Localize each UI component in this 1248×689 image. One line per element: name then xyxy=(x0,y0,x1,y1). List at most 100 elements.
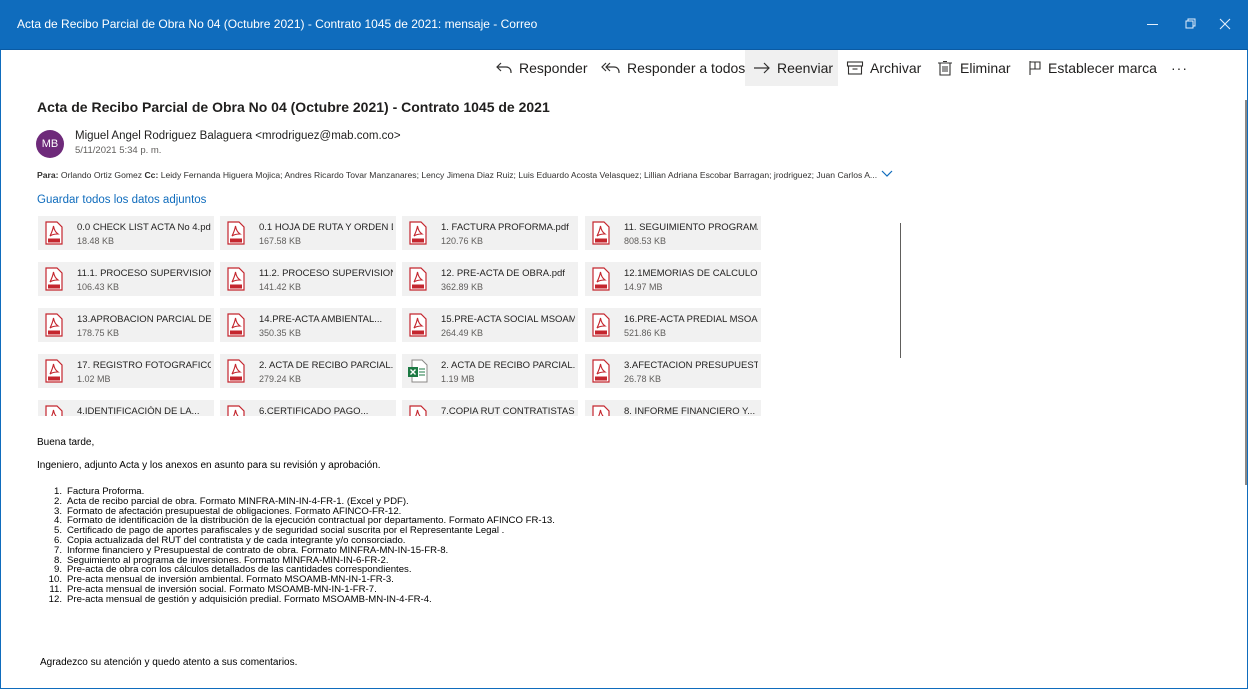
to-label: Para: xyxy=(37,170,59,180)
title-bar: Acta de Recibo Parcial de Obra No 04 (Oc… xyxy=(0,0,1248,50)
list-item-number: 4. xyxy=(53,515,62,527)
list-item-number: 3. xyxy=(53,505,62,517)
attachment-size: 264.49 KB xyxy=(441,328,484,338)
pdf-file-icon xyxy=(590,359,612,383)
attachment-card[interactable]: 15.PRE-ACTA SOCIAL MSOAMB... 264.49 KB xyxy=(402,308,578,342)
pdf-file-icon xyxy=(225,267,247,291)
chevron-down-icon[interactable] xyxy=(880,168,894,180)
pdf-file-icon xyxy=(43,221,65,245)
pdf-file-icon xyxy=(43,267,65,291)
pdf-file-icon xyxy=(590,405,612,416)
attachment-size: 14.97 MB xyxy=(624,282,663,292)
attachment-card[interactable]: 11.2. PROCESO SUPERVISION... 141.42 KB xyxy=(220,262,396,296)
attachment-name: 11. SEGUIMIENTO PROGRAMA... xyxy=(624,222,758,233)
trash-icon xyxy=(938,60,952,76)
attachment-card[interactable]: 12.1MEMORIAS DE CALCULO.pdf 14.97 MB xyxy=(585,262,761,296)
delete-button[interactable]: Eliminar xyxy=(936,50,1011,86)
attachment-card[interactable]: 12. PRE-ACTA DE OBRA.pdf 362.89 KB xyxy=(402,262,578,296)
attachment-name: 17. REGISTRO FOTOGRAFICO... xyxy=(77,360,211,371)
intro-text: Ingeniero, adjunto Acta y los anexos en … xyxy=(37,460,381,471)
list-item-number: 5. xyxy=(53,525,62,537)
attachment-size: 120.76 KB xyxy=(441,236,484,246)
attachment-name: 7.COPIA RUT CONTRATISTAS E... xyxy=(441,406,575,416)
flag-button[interactable]: Establecer marca xyxy=(1028,50,1157,86)
attachment-name: 12. PRE-ACTA DE OBRA.pdf xyxy=(441,268,565,279)
attachment-size: 350.35 KB xyxy=(259,328,302,338)
attachment-name: 6.CERTIFICADO PAGO... xyxy=(259,406,369,416)
forward-arrow-icon xyxy=(754,62,770,74)
list-item-number: 6. xyxy=(53,534,62,546)
attachment-size: 1.19 MB xyxy=(441,374,475,384)
reply-icon xyxy=(496,62,512,73)
cc-recipients[interactable]: Leidy Fernanda Higuera Mojica; Andres Ri… xyxy=(161,170,877,180)
attachment-card[interactable]: 8. INFORME FINANCIERO Y... xyxy=(585,400,761,416)
attachment-card[interactable]: 2. ACTA DE RECIBO PARCIAL... 279.24 KB xyxy=(220,354,396,388)
pdf-file-icon xyxy=(225,313,247,337)
attachment-size: 106.43 KB xyxy=(77,282,120,292)
close-window-button[interactable] xyxy=(1213,12,1237,36)
more-actions-button[interactable]: ··· xyxy=(1171,50,1188,86)
attachment-card[interactable]: 16.PRE-ACTA PREDIAL MSOAMB... 521.86 KB xyxy=(585,308,761,342)
attachment-name: 4.IDENTIFICACIÓN DE LA... xyxy=(77,406,200,416)
forward-button[interactable]: Reenviar xyxy=(745,50,838,86)
to-recipients[interactable]: Orlando Ortiz Gomez xyxy=(61,170,142,180)
pdf-file-icon xyxy=(225,359,247,383)
forward-label: Reenviar xyxy=(777,60,834,76)
list-item-number: 12. xyxy=(48,593,62,605)
page-scrollbar[interactable] xyxy=(1245,100,1247,485)
flag-icon xyxy=(1029,61,1041,75)
sent-date: 5/11/2021 5:34 p. m. xyxy=(75,145,162,156)
attachment-name: 15.PRE-ACTA SOCIAL MSOAMB... xyxy=(441,314,575,325)
annex-list: 1. Factura Proforma. 2. Acta de recibo parc… xyxy=(37,487,555,605)
attachment-card[interactable]: 11. SEGUIMIENTO PROGRAMA... 808.53 KB xyxy=(585,216,761,250)
attachment-card[interactable]: 0.1 HOJA DE RUTA Y ORDEN DE... 167.58 KB xyxy=(220,216,396,250)
pdf-file-icon xyxy=(407,313,429,337)
list-item: 12. Pre-acta mensual de gestión y adquisi… xyxy=(37,593,555,605)
attachment-card[interactable]: 1. FACTURA PROFORMA.pdf 120.76 KB xyxy=(402,216,578,250)
recipients-line: Para: Orlando Ortiz Gomez Cc: Leidy Fern… xyxy=(37,170,877,180)
reply-all-button[interactable]: Responder a todos xyxy=(601,50,745,86)
attachment-name: 12.1MEMORIAS DE CALCULO.pdf xyxy=(624,268,758,279)
pdf-file-icon xyxy=(43,359,65,383)
archive-button[interactable]: Archivar xyxy=(846,50,921,86)
save-all-attachments-link[interactable]: Guardar todos los datos adjuntos xyxy=(37,194,206,206)
attachment-name: 16.PRE-ACTA PREDIAL MSOAMB... xyxy=(624,314,758,325)
attachment-card[interactable]: 6.CERTIFICADO PAGO... xyxy=(220,400,396,416)
attachment-card[interactable]: 3.AFECTACION PRESUPUESTAL... 26.78 KB xyxy=(585,354,761,388)
list-item-number: 8. xyxy=(53,554,62,566)
excel-file-icon xyxy=(407,359,429,383)
attachments-scrollbar[interactable] xyxy=(900,223,901,358)
pdf-file-icon xyxy=(43,313,65,337)
attachment-card[interactable]: 14.PRE-ACTA AMBIENTAL... 350.35 KB xyxy=(220,308,396,342)
attachment-name: 11.1. PROCESO SUPERVISION,... xyxy=(77,268,211,279)
window-title: Acta de Recibo Parcial de Obra No 04 (Oc… xyxy=(17,17,538,31)
minimize-button[interactable] xyxy=(1141,12,1165,36)
attachment-name: 0.1 HOJA DE RUTA Y ORDEN DE... xyxy=(259,222,393,233)
attachment-card[interactable]: 13.APROBACION PARCIAL DE EY... 178.75 KB xyxy=(38,308,214,342)
attachment-grid: 0.0 CHECK LIST ACTA No 4.pdf 18.48 KB 0.1 … xyxy=(38,216,1238,416)
sender[interactable]: Miguel Angel Rodriguez Balaguera <mrodri… xyxy=(75,130,401,142)
pdf-file-icon xyxy=(225,221,247,245)
list-item-text: Pre-acta mensual de gestión y adquisició… xyxy=(67,593,432,605)
attachment-name: 8. INFORME FINANCIERO Y... xyxy=(624,406,756,416)
attachment-name: 1. FACTURA PROFORMA.pdf xyxy=(441,222,569,233)
attachment-card[interactable]: 2. ACTA DE RECIBO PARCIAL... 1.19 MB xyxy=(402,354,578,388)
restore-button[interactable] xyxy=(1178,12,1202,36)
avatar[interactable]: MB xyxy=(36,130,64,158)
attachment-size: 1.02 MB xyxy=(77,374,111,384)
reply-button[interactable]: Responder xyxy=(495,50,588,86)
close-icon xyxy=(1219,18,1231,30)
delete-label: Eliminar xyxy=(960,60,1011,76)
attachment-card[interactable]: 4.IDENTIFICACIÓN DE LA... xyxy=(38,400,214,416)
attachment-card[interactable]: 0.0 CHECK LIST ACTA No 4.pdf 18.48 KB xyxy=(38,216,214,250)
attachment-size: 26.78 KB xyxy=(624,374,662,384)
pdf-file-icon xyxy=(590,267,612,291)
pdf-file-icon xyxy=(43,405,65,416)
closing-text: Agradezco su atención y quedo atento a s… xyxy=(40,657,298,668)
attachment-card[interactable]: 7.COPIA RUT CONTRATISTAS E... xyxy=(402,400,578,416)
attachment-card[interactable]: 17. REGISTRO FOTOGRAFICO... 1.02 MB xyxy=(38,354,214,388)
attachment-card[interactable]: 11.1. PROCESO SUPERVISION,... 106.43 KB xyxy=(38,262,214,296)
attachment-name: 11.2. PROCESO SUPERVISION... xyxy=(259,268,393,279)
restore-icon xyxy=(1185,18,1196,29)
attachment-name: 2. ACTA DE RECIBO PARCIAL... xyxy=(441,360,575,371)
